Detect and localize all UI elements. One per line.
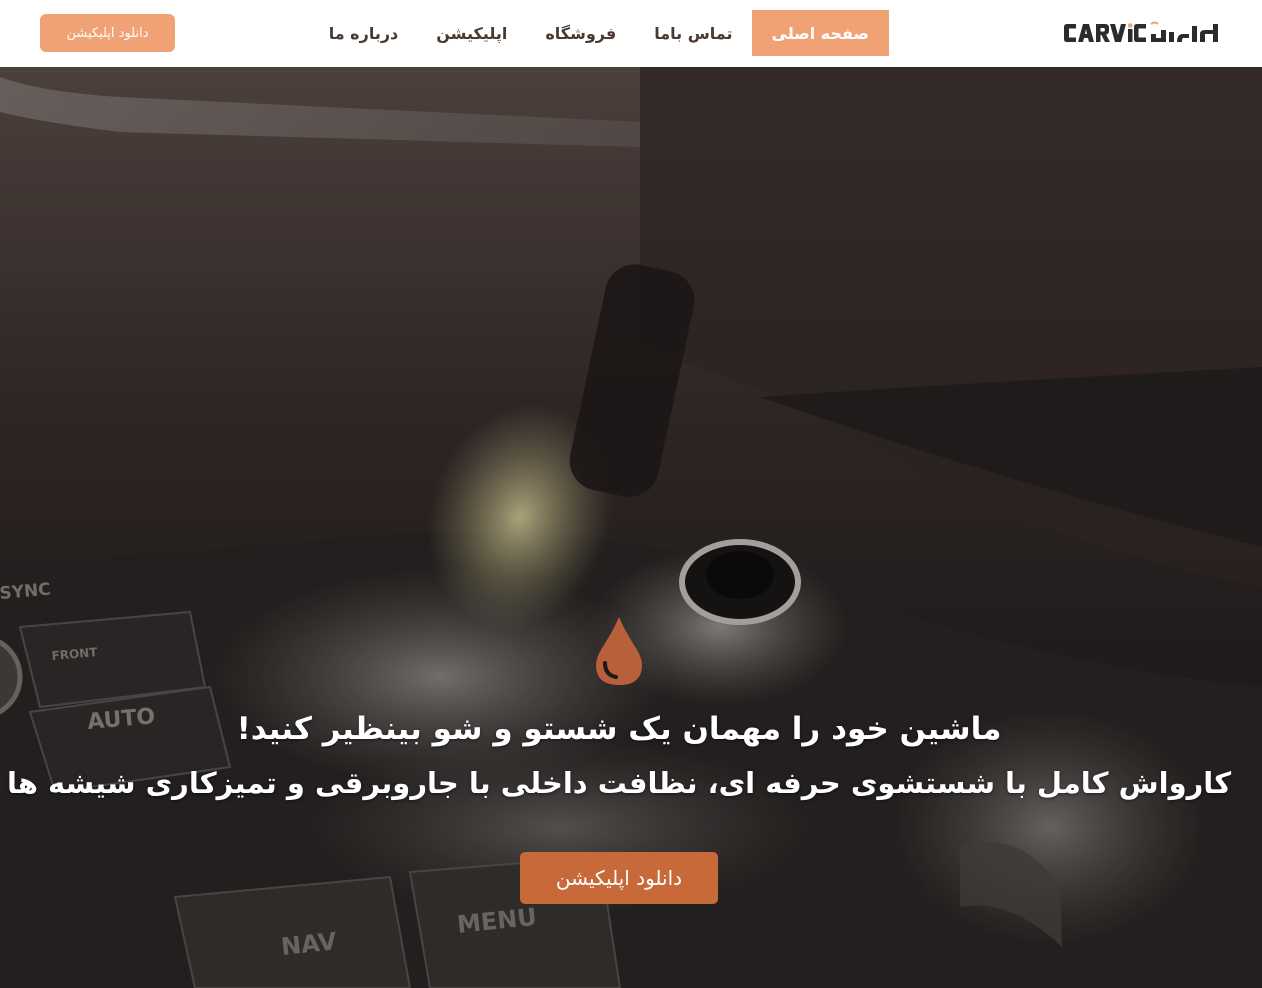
hero-section: SYNC FRONT AUTO NAV MENU ماشین خود را مه… [0,67,1262,988]
nav-item-shop[interactable]: فروشگاه [526,10,635,56]
download-app-button[interactable]: دانلود اپلیکیشن [40,14,175,52]
hero-dark-overlay [0,67,1262,988]
nav-item-about[interactable]: درباره ما [310,10,418,56]
water-drop-icon [596,617,642,685]
site-header: دانلود اپلیکیشن صفحه اصلی تماس باما فروش… [0,0,1262,67]
hero-title: ماشین خود را مهمان یک شستو و شو بینظیر ک… [236,711,1002,747]
carvic-logo[interactable] [1063,20,1221,46]
nav-item-contact[interactable]: تماس باما [635,10,751,56]
hero-subtitle: کارواش کامل با شستشوی حرفه ای، نظافت داخ… [6,766,1232,800]
nav-item-home[interactable]: صفحه اصلی [751,10,889,56]
nav-item-app[interactable]: اپلیکیشن [417,10,526,56]
main-nav: صفحه اصلی تماس باما فروشگاه اپلیکیشن درب… [310,10,889,56]
hero-download-app-button[interactable]: دانلود اپلیکیشن [520,852,718,904]
